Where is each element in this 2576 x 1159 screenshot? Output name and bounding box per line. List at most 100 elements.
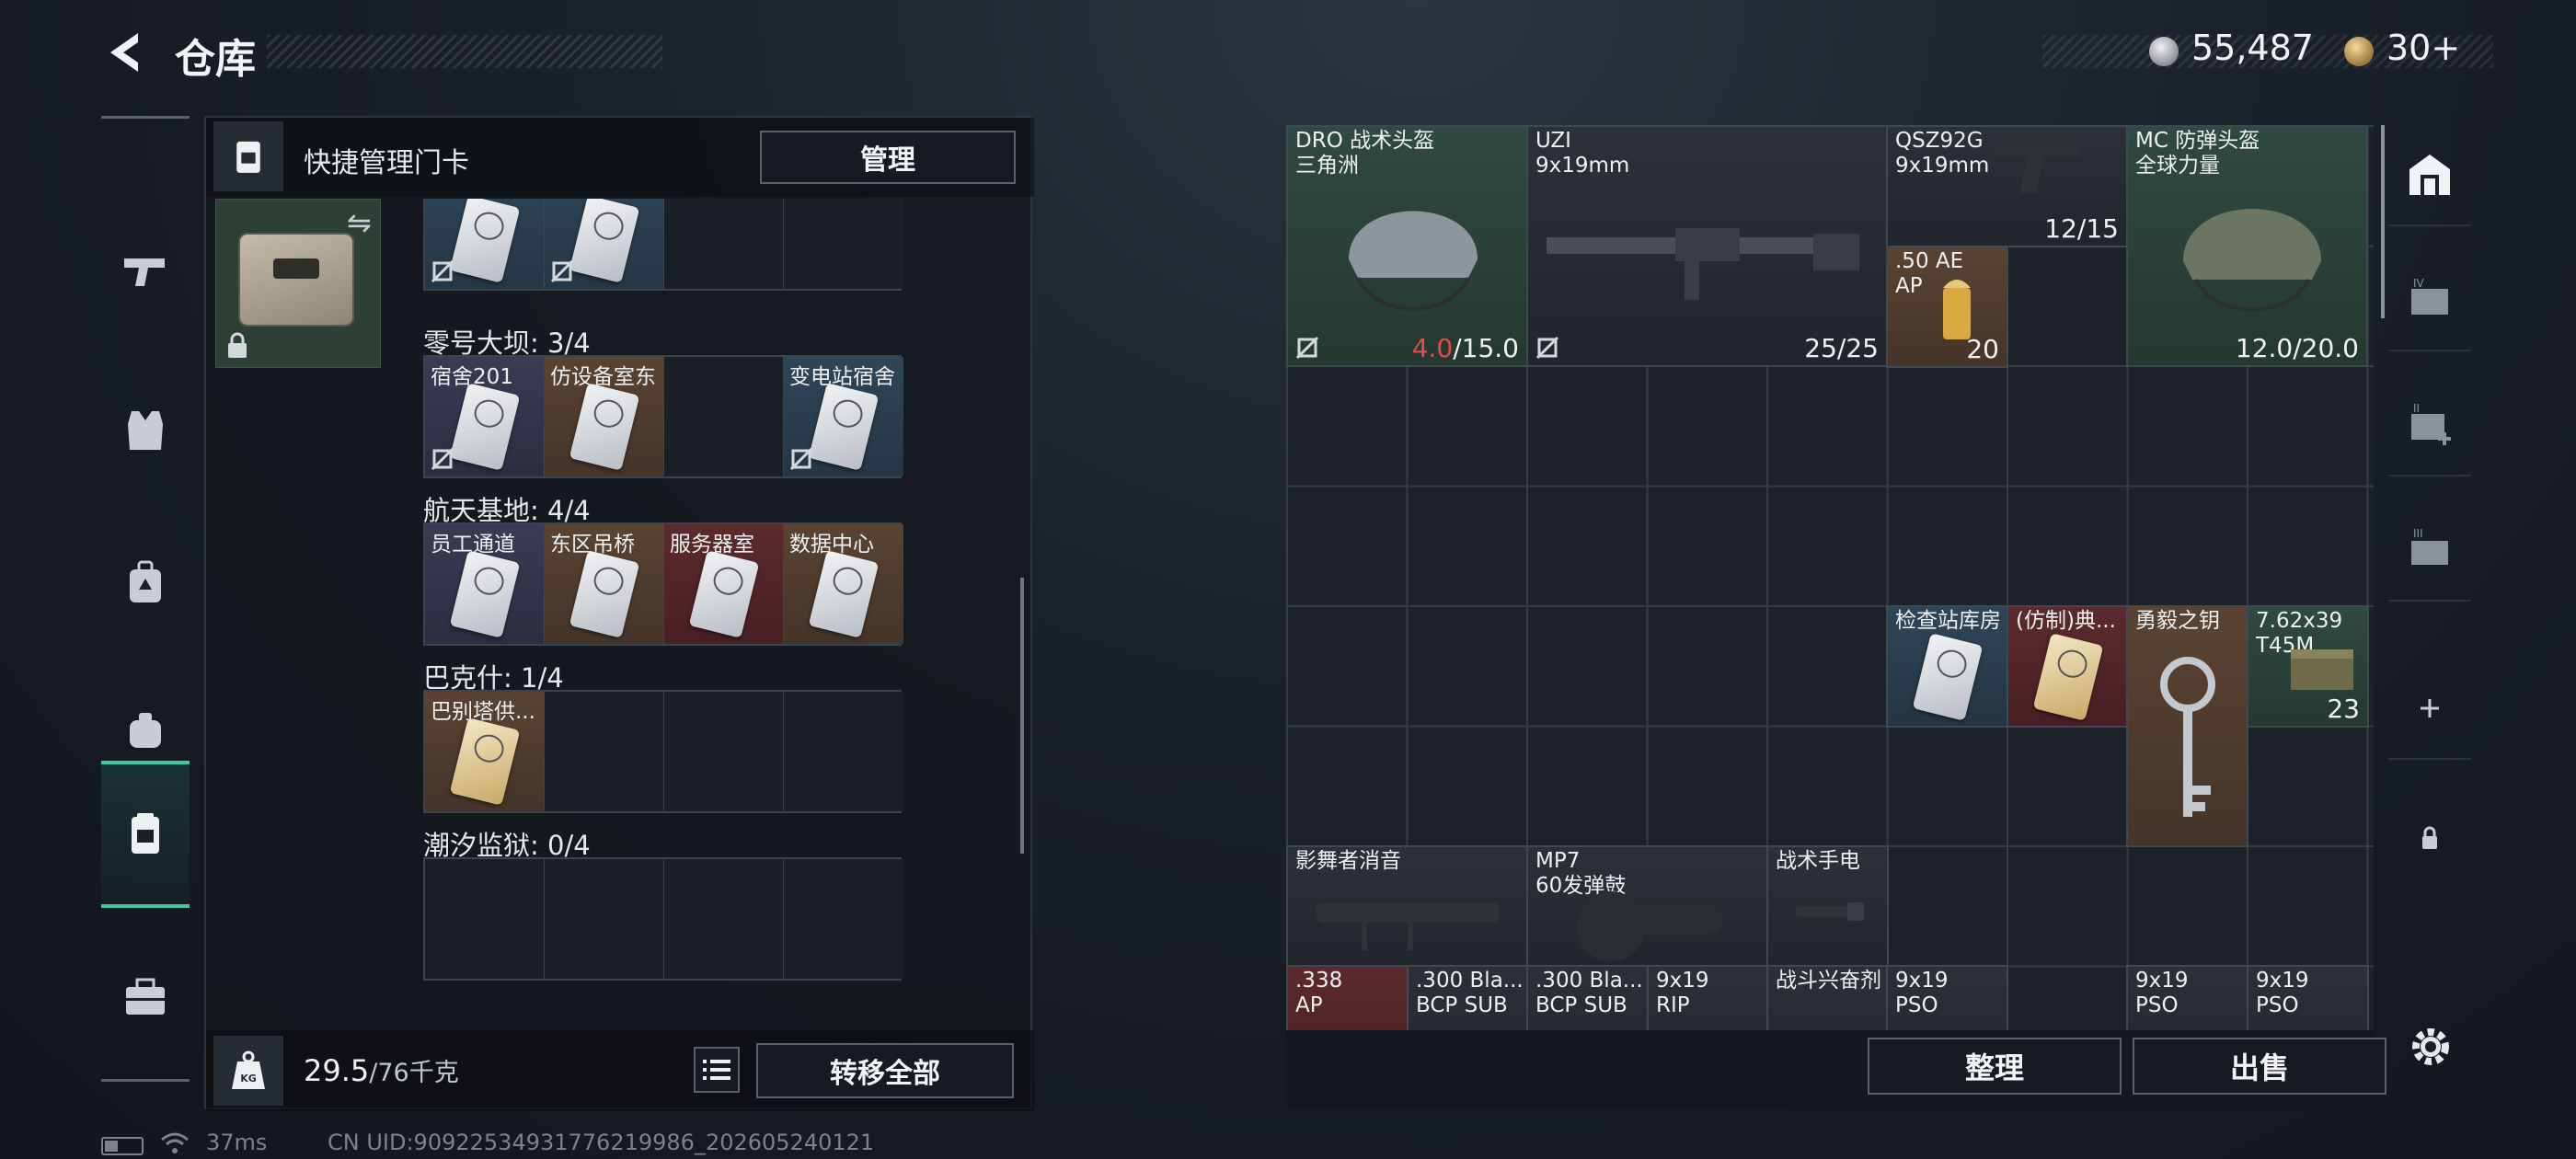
stash-scrollbar[interactable]: [2381, 125, 2385, 318]
keycard-slot[interactable]: 服务器室: [664, 524, 784, 644]
empty-keycard-slot[interactable]: [545, 692, 664, 811]
quick-manage-label: 快捷管理门卡: [304, 147, 469, 179]
stash-footer: 整理 出售: [1286, 1030, 2386, 1109]
stash-item-uzi[interactable]: UZI 9x19mm 25/25: [1526, 125, 1888, 367]
sort-button[interactable]: 整理: [1868, 1038, 2122, 1095]
stash-item-replica-key[interactable]: (仿制)典...: [2007, 605, 2129, 728]
stash-tab-add[interactable]: [2388, 659, 2471, 760]
stash-item-flashlight[interactable]: 战术手电: [1766, 845, 1889, 968]
no-insure-icon: [1295, 336, 1319, 360]
gold-currency-value[interactable]: 30+: [2386, 28, 2460, 68]
item-name: 战术手电: [1776, 849, 1860, 873]
stash-panel: DRO 战术头盔 三角洲 4.0/15.0 UZI 9x19mm 25/25 QSZ…: [1286, 125, 2386, 1109]
uid-text: CN UID:909225349317762199​86_20260524012…: [328, 1130, 875, 1155]
rail-toolbox[interactable]: [101, 947, 190, 1048]
keycard-slot[interactable]: 东区吊桥: [545, 524, 664, 644]
keycard-slot[interactable]: 宿舍201: [425, 357, 545, 476]
keycard-name: 巴别塔供...: [431, 700, 535, 724]
ammo-count: 12/15: [2044, 213, 2119, 244]
stash-item-9x19-pso[interactable]: 9x19 PSO: [2247, 965, 2369, 1030]
stash-item-9x19-pso[interactable]: 9x19 PSO: [2126, 965, 2248, 1030]
empty-keycard-slot[interactable]: [545, 859, 664, 979]
empty-keycard-slot[interactable]: [784, 199, 903, 289]
keycard-icon: [569, 550, 640, 638]
lock-icon: [228, 332, 247, 358]
empty-keycard-slot[interactable]: [784, 859, 903, 979]
stash-item-qsz92g[interactable]: QSZ92G 9x19mm 12/15: [1886, 125, 2128, 247]
sell-button[interactable]: 出售: [2133, 1038, 2386, 1095]
no-insure-icon: [1535, 336, 1559, 360]
stash-item-762-ammo[interactable]: 7.62x39 T45M 23: [2247, 605, 2369, 728]
status-bar: 37ms CN UID:909225349317762199​86_202605…: [101, 1130, 1205, 1157]
keycard-slot[interactable]: 车站售票室: [545, 199, 664, 289]
gear-icon[interactable]: [2405, 1021, 2456, 1073]
ammo-count: 23: [2327, 694, 2360, 724]
keycard-manager-panel: 快捷管理门卡 管理 ⇋ 长弓溪谷: 2/4牧场管理房车站售票室零号大坝: 3/4…: [204, 116, 1034, 1111]
keycard-icon: [449, 550, 521, 638]
item-name: .338 AP: [1295, 969, 1343, 1017]
scrollbar[interactable]: [1020, 578, 1024, 854]
stash-item-brave-key[interactable]: 勇毅之钥: [2126, 605, 2248, 847]
empty-keycard-slot[interactable]: [425, 859, 545, 979]
stash-item-mc-helmet[interactable]: MC 防弹头盔 全球力量 12.0/20.0: [2126, 125, 2368, 367]
svg-text:II: II: [2413, 402, 2420, 415]
rail-keycards[interactable]: [101, 761, 190, 908]
list-view-button[interactable]: [694, 1047, 740, 1093]
stash-item-50ae-ammo[interactable]: .50 AE AP 20: [1886, 246, 2008, 368]
manage-button[interactable]: 管理: [760, 131, 1016, 184]
stash-tab-3[interactable]: III: [2388, 500, 2471, 602]
keycard-slot[interactable]: 变电站宿舍: [784, 357, 903, 476]
stash-grid[interactable]: DRO 战术头盔 三角洲 4.0/15.0 UZI 9x19mm 25/25 QSZ…: [1286, 125, 2374, 1030]
stash-item-mp7-drum[interactable]: MP7 60发弹鼓: [1526, 845, 1768, 968]
keycard-area-list[interactable]: 长弓溪谷: 2/4牧场管理房车站售票室零号大坝: 3/4宿舍201仿设备室东变电…: [381, 199, 1016, 1027]
back-arrow-icon[interactable]: [101, 29, 153, 75]
stash-item-checkpoint-key[interactable]: 检查站库房: [1886, 605, 2008, 728]
stash-tab-locked[interactable]: [2388, 787, 2471, 889]
empty-keycard-slot[interactable]: [784, 692, 903, 811]
stash-item-dro-helmet[interactable]: DRO 战术头盔 三角洲 4.0/15.0: [1286, 125, 1528, 367]
empty-keycard-slot[interactable]: [664, 357, 784, 476]
keycard-icon: [2032, 633, 2104, 721]
stash-item-stimulant[interactable]: 战斗兴奋剂: [1766, 965, 1889, 1030]
stash-tab-add-2[interactable]: II: [2388, 375, 2471, 476]
stash-tab-main[interactable]: [2388, 125, 2471, 226]
keycard-row: [423, 857, 903, 981]
wifi-icon: [161, 1132, 189, 1153]
weight-icon: KG: [213, 1036, 283, 1106]
empty-keycard-slot[interactable]: [664, 859, 784, 979]
keycard-slot[interactable]: 巴别塔供...: [425, 692, 545, 811]
stash-item-suppressor[interactable]: 影舞者消音: [1286, 845, 1528, 968]
silver-currency-value: 55,487: [2191, 28, 2314, 68]
stash-tab-4[interactable]: IV: [2388, 250, 2471, 351]
transfer-all-button[interactable]: 转移全部: [756, 1043, 1014, 1098]
helmet-icon: [1349, 211, 1478, 311]
keycard-slot[interactable]: 员工通道: [425, 524, 545, 644]
rail-backpack[interactable]: [101, 533, 190, 634]
keycard-icon: [449, 199, 521, 283]
item-name: 9x19 PSO: [2135, 969, 2189, 1017]
keycard-slot[interactable]: 牧场管理房: [425, 199, 545, 289]
keycard-holder-icon: [213, 121, 283, 191]
item-name: (仿制)典...: [2016, 609, 2116, 633]
no-insure-icon: [550, 259, 574, 283]
rail-armor[interactable]: [101, 380, 190, 481]
keycard-slot[interactable]: 仿设备室东: [545, 357, 664, 476]
rail-weapons[interactable]: [101, 220, 190, 321]
empty-keycard-slot[interactable]: [664, 199, 784, 289]
empty-keycard-slot[interactable]: [664, 692, 784, 811]
battery-icon: [101, 1137, 144, 1155]
keycard-holder-slot[interactable]: ⇋: [215, 199, 381, 368]
suppressor-icon: [1316, 902, 1500, 950]
item-name: QSZ92G 9x19mm: [1895, 129, 1990, 178]
stash-item-9x19-rip[interactable]: 9x19 RIP: [1647, 965, 1769, 1030]
helmet-icon: [2183, 209, 2321, 312]
keycard-slot[interactable]: 数据中心: [784, 524, 903, 644]
item-name: 检查站库房: [1895, 609, 2001, 633]
header: 仓库: [101, 22, 662, 83]
stash-item-300blk-ammo[interactable]: .300 Bla... BCP SUB: [1407, 965, 1529, 1030]
stash-item-300blk-ammo[interactable]: .300 Bla... BCP SUB: [1526, 965, 1649, 1030]
stash-item-9x19-pso[interactable]: 9x19 PSO: [1886, 965, 2008, 1030]
stash-item-338-ammo[interactable]: .338 AP: [1286, 965, 1409, 1030]
category-rail: [101, 116, 190, 1082]
svg-text:IV: IV: [2413, 277, 2425, 290]
